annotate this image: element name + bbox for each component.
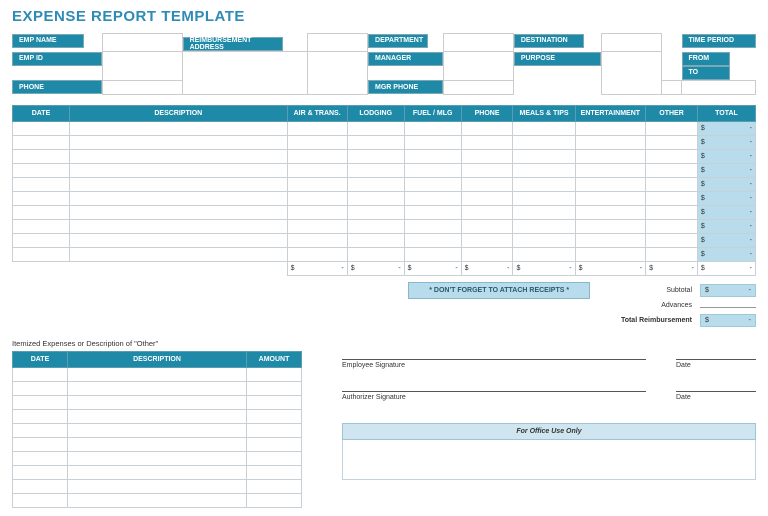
table-row[interactable] bbox=[13, 493, 302, 507]
row-total: $- bbox=[697, 177, 755, 191]
advances-label: Advances bbox=[661, 302, 692, 309]
table-row[interactable]: $- bbox=[13, 247, 756, 261]
purpose-field[interactable] bbox=[602, 52, 662, 95]
advances-value[interactable] bbox=[700, 303, 756, 308]
table-row[interactable]: $- bbox=[13, 205, 756, 219]
row-total: $- bbox=[697, 149, 755, 163]
total-reimb-value: $- bbox=[700, 314, 756, 327]
emp-name-label: EMP NAME bbox=[12, 34, 84, 48]
row-total: $- bbox=[697, 163, 755, 177]
total-reimb-label: Total Reimbursement bbox=[621, 317, 692, 324]
row-total: $- bbox=[697, 191, 755, 205]
receipt-reminder: * DON'T FORGET TO ATTACH RECEIPTS * bbox=[408, 282, 590, 299]
from-field[interactable] bbox=[662, 80, 682, 94]
to-field[interactable] bbox=[682, 80, 756, 94]
from-label: FROM bbox=[682, 52, 730, 66]
other-col-amount: AMOUNT bbox=[247, 351, 302, 367]
authorizer-sig-date[interactable]: Date bbox=[676, 391, 756, 401]
to-label: TO bbox=[682, 66, 730, 80]
col-air: AIR & TRANS. bbox=[287, 105, 347, 121]
table-row[interactable]: $- bbox=[13, 219, 756, 233]
subtotal-label: Subtotal bbox=[666, 287, 692, 294]
table-row[interactable] bbox=[13, 465, 302, 479]
table-row[interactable] bbox=[13, 423, 302, 437]
emp-name-field[interactable] bbox=[102, 34, 182, 52]
destination-field[interactable] bbox=[602, 34, 662, 52]
other-col-desc: DESCRIPTION bbox=[68, 351, 247, 367]
phone-label: PHONE bbox=[12, 80, 102, 94]
purpose-label: PURPOSE bbox=[514, 52, 601, 66]
office-use-header: For Office Use Only bbox=[342, 423, 756, 440]
time-period-label: TIME PERIOD bbox=[682, 34, 756, 48]
row-total: $- bbox=[697, 121, 755, 135]
reimb-addr-field-2[interactable] bbox=[182, 52, 307, 95]
phone-field[interactable] bbox=[102, 80, 182, 94]
row-total: $- bbox=[697, 233, 755, 247]
table-row[interactable] bbox=[13, 437, 302, 451]
col-phone: PHONE bbox=[461, 105, 513, 121]
table-row[interactable]: $- bbox=[13, 121, 756, 135]
table-row[interactable]: $- bbox=[13, 177, 756, 191]
authorizer-signature[interactable]: Authorizer Signature bbox=[342, 391, 646, 401]
mgr-phone-field[interactable] bbox=[443, 80, 513, 94]
reimb-addr-label: REIMBURSEMENT ADDRESS bbox=[183, 37, 283, 51]
col-date: DATE bbox=[13, 105, 70, 121]
mgr-phone-label: MGR PHONE bbox=[368, 80, 443, 94]
header-info: EMP NAME REIMBURSEMENT ADDRESS DEPARTMEN… bbox=[12, 33, 756, 95]
table-row[interactable]: $- bbox=[13, 163, 756, 177]
emp-id-label: EMP ID bbox=[12, 52, 102, 66]
page-title: EXPENSE REPORT TEMPLATE bbox=[12, 8, 756, 25]
manager-label: MANAGER bbox=[368, 52, 443, 66]
col-entertainment: ENTERTAINMENT bbox=[575, 105, 645, 121]
other-table: DATE DESCRIPTION AMOUNT bbox=[12, 351, 302, 508]
col-lodging: LODGING bbox=[347, 105, 404, 121]
department-label: DEPARTMENT bbox=[368, 34, 428, 48]
col-meals: MEALS & TIPS bbox=[513, 105, 575, 121]
row-total: $- bbox=[697, 219, 755, 233]
col-fuel: FUEL / MLG bbox=[404, 105, 461, 121]
table-row[interactable] bbox=[13, 367, 302, 381]
table-row[interactable] bbox=[13, 381, 302, 395]
expense-table: DATE DESCRIPTION AIR & TRANS. LODGING FU… bbox=[12, 105, 756, 276]
row-total: $- bbox=[697, 135, 755, 149]
other-col-date: DATE bbox=[13, 351, 68, 367]
table-row[interactable]: $- bbox=[13, 149, 756, 163]
table-row[interactable]: $- bbox=[13, 233, 756, 247]
emp-id-field[interactable] bbox=[102, 52, 182, 81]
reimb-addr-field[interactable] bbox=[308, 34, 368, 52]
col-description: DESCRIPTION bbox=[69, 105, 287, 121]
employee-sig-date[interactable]: Date bbox=[676, 359, 756, 369]
table-row[interactable] bbox=[13, 395, 302, 409]
table-row[interactable] bbox=[13, 479, 302, 493]
table-row[interactable]: $- bbox=[13, 191, 756, 205]
table-row[interactable] bbox=[13, 451, 302, 465]
table-row[interactable] bbox=[13, 409, 302, 423]
row-total: $- bbox=[697, 247, 755, 261]
col-total: TOTAL bbox=[697, 105, 755, 121]
other-caption: Itemized Expenses or Description of "Oth… bbox=[12, 339, 302, 348]
subtotal-value: $- bbox=[700, 284, 756, 297]
sum-row: $- $- $- $- $- $- $- $- bbox=[13, 261, 756, 275]
office-use-body[interactable] bbox=[342, 440, 756, 480]
employee-signature[interactable]: Employee Signature bbox=[342, 359, 646, 369]
destination-label: DESTINATION bbox=[514, 34, 584, 48]
department-field[interactable] bbox=[443, 34, 513, 52]
manager-field[interactable] bbox=[443, 52, 513, 81]
col-other: OTHER bbox=[646, 105, 698, 121]
table-row[interactable]: $- bbox=[13, 135, 756, 149]
row-total: $- bbox=[697, 205, 755, 219]
reimb-addr-field-3[interactable] bbox=[308, 52, 368, 95]
